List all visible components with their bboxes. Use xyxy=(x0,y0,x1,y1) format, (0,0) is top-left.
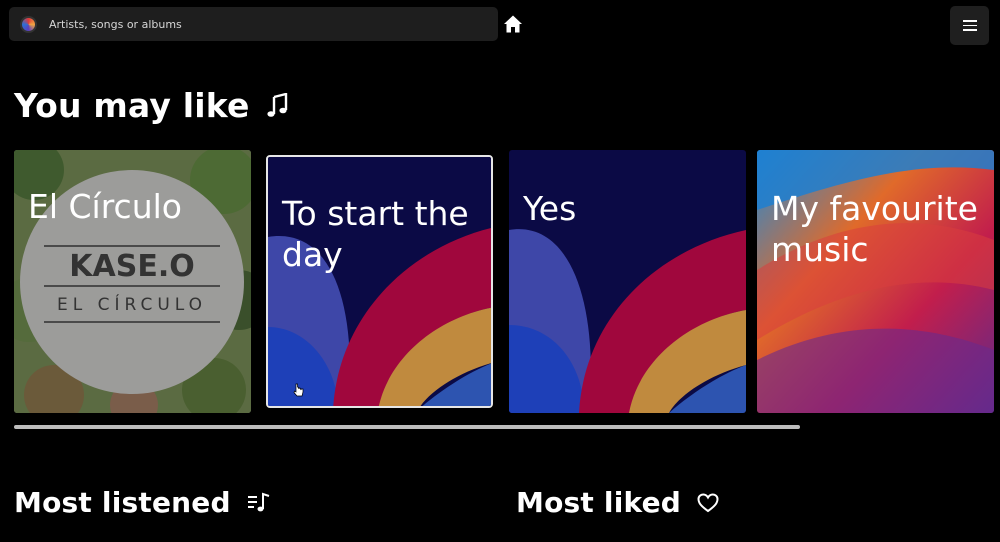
logo-icon xyxy=(20,15,37,33)
search-input[interactable] xyxy=(49,17,449,31)
home-icon[interactable] xyxy=(503,14,523,34)
svg-text:EL CÍRCULO: EL CÍRCULO xyxy=(57,293,207,315)
menu-button[interactable] xyxy=(950,6,989,45)
svg-text:KASE.O: KASE.O xyxy=(69,249,194,284)
card-title: My favourite music xyxy=(771,189,978,269)
cursor-icon xyxy=(293,383,304,397)
recommendation-carousel[interactable]: KASE.O EL CÍRCULO El Círculo To start th… xyxy=(14,150,1000,413)
section-title-you-may-like: You may like xyxy=(14,86,290,125)
search-bar[interactable] xyxy=(9,7,498,41)
card-to-start-the-day[interactable]: To start the day xyxy=(266,155,493,408)
card-el-circulo[interactable]: KASE.O EL CÍRCULO El Círculo xyxy=(14,150,251,413)
card-my-favourite-music[interactable]: My favourite music xyxy=(757,150,994,413)
section-title-most-liked: Most liked xyxy=(516,486,719,519)
menu-icon xyxy=(962,20,977,22)
card-title: Yes xyxy=(523,189,577,228)
section-title-most-listened: Most listened xyxy=(14,486,271,519)
carousel-scrollbar[interactable] xyxy=(14,425,800,429)
top-bar xyxy=(0,0,1000,50)
heart-icon xyxy=(697,492,719,512)
playlist-icon xyxy=(247,492,270,511)
card-title: To start the day xyxy=(282,194,469,274)
card-yes[interactable]: Yes xyxy=(509,150,746,413)
music-note-icon xyxy=(267,92,287,117)
card-title: El Círculo xyxy=(28,187,182,226)
